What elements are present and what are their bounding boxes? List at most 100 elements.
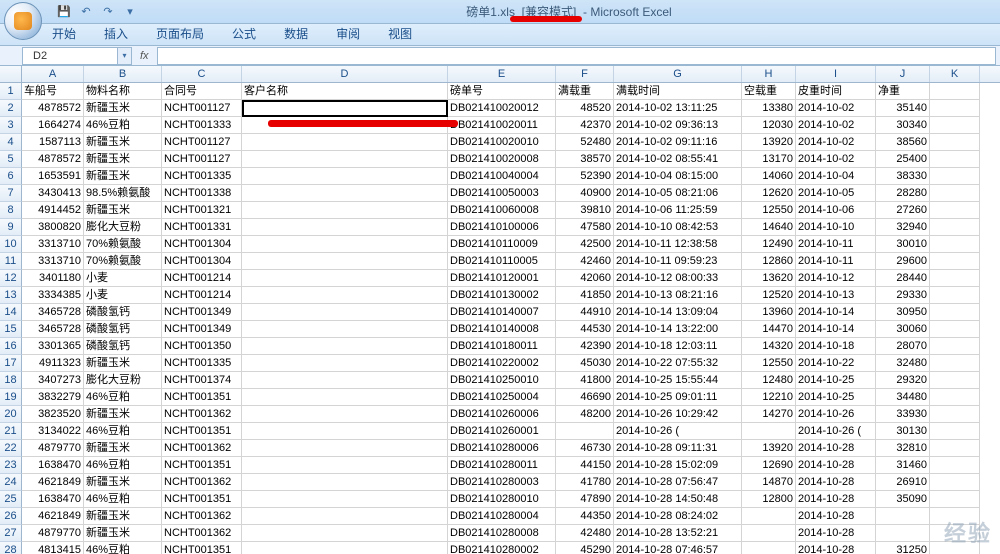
- header-cell[interactable]: 合同号: [162, 83, 242, 100]
- data-cell[interactable]: 44350: [556, 508, 614, 525]
- data-cell[interactable]: NCHT001349: [162, 304, 242, 321]
- ribbon-tab-2[interactable]: 页面布局: [152, 22, 208, 45]
- row-header[interactable]: 20: [0, 406, 22, 423]
- data-cell[interactable]: 42390: [556, 338, 614, 355]
- data-cell[interactable]: 38570: [556, 151, 614, 168]
- data-cell[interactable]: 2014-10-04 08:15:00: [614, 168, 742, 185]
- formula-input[interactable]: [157, 47, 996, 65]
- data-cell[interactable]: NCHT001304: [162, 253, 242, 270]
- header-cell[interactable]: 皮重时间: [796, 83, 876, 100]
- data-cell[interactable]: 2014-10-28 09:11:31: [614, 440, 742, 457]
- col-header-E[interactable]: E: [448, 66, 556, 82]
- data-cell[interactable]: 32480: [876, 355, 930, 372]
- data-cell[interactable]: NCHT001333: [162, 117, 242, 134]
- data-cell[interactable]: NCHT001351: [162, 389, 242, 406]
- data-cell[interactable]: [930, 355, 980, 372]
- row-header[interactable]: 27: [0, 525, 22, 542]
- data-cell[interactable]: 33930: [876, 406, 930, 423]
- data-cell[interactable]: DB021410140007: [448, 304, 556, 321]
- data-cell[interactable]: NCHT001362: [162, 440, 242, 457]
- data-cell[interactable]: 3407273: [22, 372, 84, 389]
- undo-icon[interactable]: ↶: [78, 4, 94, 20]
- data-cell[interactable]: 磷酸氢钙: [84, 338, 162, 355]
- data-cell[interactable]: [242, 168, 448, 185]
- data-cell[interactable]: 2014-10-14: [796, 304, 876, 321]
- data-cell[interactable]: 12860: [742, 253, 796, 270]
- data-cell[interactable]: NCHT001362: [162, 474, 242, 491]
- data-cell[interactable]: NCHT001335: [162, 168, 242, 185]
- data-cell[interactable]: 新疆玉米: [84, 134, 162, 151]
- data-cell[interactable]: 小麦: [84, 287, 162, 304]
- data-cell[interactable]: 2014-10-11: [796, 253, 876, 270]
- data-cell[interactable]: DB021410250010: [448, 372, 556, 389]
- data-cell[interactable]: [930, 372, 980, 389]
- data-cell[interactable]: DB021410110005: [448, 253, 556, 270]
- data-cell[interactable]: 30340: [876, 117, 930, 134]
- row-header[interactable]: 3: [0, 117, 22, 134]
- data-cell[interactable]: 2014-10-06: [796, 202, 876, 219]
- data-cell[interactable]: DB021410130002: [448, 287, 556, 304]
- data-cell[interactable]: 新疆玉米: [84, 406, 162, 423]
- data-cell[interactable]: 2014-10-28 13:52:21: [614, 525, 742, 542]
- data-cell[interactable]: 14060: [742, 168, 796, 185]
- col-header-G[interactable]: G: [614, 66, 742, 82]
- data-cell[interactable]: [930, 321, 980, 338]
- data-cell[interactable]: 2014-10-12 08:00:33: [614, 270, 742, 287]
- data-cell[interactable]: [930, 253, 980, 270]
- data-cell[interactable]: 小麦: [84, 270, 162, 287]
- data-cell[interactable]: NCHT001350: [162, 338, 242, 355]
- data-cell[interactable]: [930, 287, 980, 304]
- data-cell[interactable]: DB021410120001: [448, 270, 556, 287]
- data-cell[interactable]: 2014-10-11: [796, 236, 876, 253]
- data-cell[interactable]: [242, 457, 448, 474]
- data-cell[interactable]: [930, 338, 980, 355]
- data-cell[interactable]: 47580: [556, 219, 614, 236]
- row-header[interactable]: 5: [0, 151, 22, 168]
- data-cell[interactable]: 新疆玉米: [84, 168, 162, 185]
- data-cell[interactable]: [242, 542, 448, 554]
- data-cell[interactable]: DB021410020011: [448, 117, 556, 134]
- data-cell[interactable]: 1664274: [22, 117, 84, 134]
- data-cell[interactable]: 2014-10-22: [796, 355, 876, 372]
- data-cell[interactable]: 4911323: [22, 355, 84, 372]
- data-cell[interactable]: 2014-10-22 07:55:32: [614, 355, 742, 372]
- data-cell[interactable]: 32940: [876, 219, 930, 236]
- data-cell[interactable]: 14270: [742, 406, 796, 423]
- data-cell[interactable]: DB021410020010: [448, 134, 556, 151]
- data-cell[interactable]: 29600: [876, 253, 930, 270]
- data-cell[interactable]: 46%豆粕: [84, 491, 162, 508]
- data-cell[interactable]: 2014-10-11 12:38:58: [614, 236, 742, 253]
- data-cell[interactable]: 2014-10-02 13:11:25: [614, 100, 742, 117]
- data-cell[interactable]: [930, 270, 980, 287]
- col-header-K[interactable]: K: [930, 66, 980, 82]
- data-cell[interactable]: 2014-10-10: [796, 219, 876, 236]
- data-cell[interactable]: [242, 491, 448, 508]
- data-cell[interactable]: NCHT001351: [162, 542, 242, 554]
- data-cell[interactable]: 2014-10-13 08:21:16: [614, 287, 742, 304]
- data-cell[interactable]: [242, 219, 448, 236]
- row-header[interactable]: 15: [0, 321, 22, 338]
- data-cell[interactable]: [242, 134, 448, 151]
- data-cell[interactable]: NCHT001349: [162, 321, 242, 338]
- data-cell[interactable]: NCHT001362: [162, 406, 242, 423]
- data-cell[interactable]: NCHT001127: [162, 134, 242, 151]
- data-cell[interactable]: 新疆玉米: [84, 355, 162, 372]
- data-cell[interactable]: DB021410180011: [448, 338, 556, 355]
- data-cell[interactable]: 13170: [742, 151, 796, 168]
- data-cell[interactable]: 新疆玉米: [84, 525, 162, 542]
- data-cell[interactable]: NCHT001304: [162, 236, 242, 253]
- data-cell[interactable]: DB021410020008: [448, 151, 556, 168]
- data-cell[interactable]: DB021410110009: [448, 236, 556, 253]
- data-cell[interactable]: [242, 423, 448, 440]
- select-all-corner[interactable]: [0, 66, 22, 82]
- row-header[interactable]: 4: [0, 134, 22, 151]
- data-cell[interactable]: 12210: [742, 389, 796, 406]
- data-cell[interactable]: 膨化大豆粉: [84, 372, 162, 389]
- header-cell[interactable]: 满载重: [556, 83, 614, 100]
- data-cell[interactable]: 30010: [876, 236, 930, 253]
- data-cell[interactable]: [930, 491, 980, 508]
- data-cell[interactable]: 2014-10-02: [796, 117, 876, 134]
- data-cell[interactable]: 42480: [556, 525, 614, 542]
- row-header[interactable]: 12: [0, 270, 22, 287]
- data-cell[interactable]: 2014-10-28 08:24:02: [614, 508, 742, 525]
